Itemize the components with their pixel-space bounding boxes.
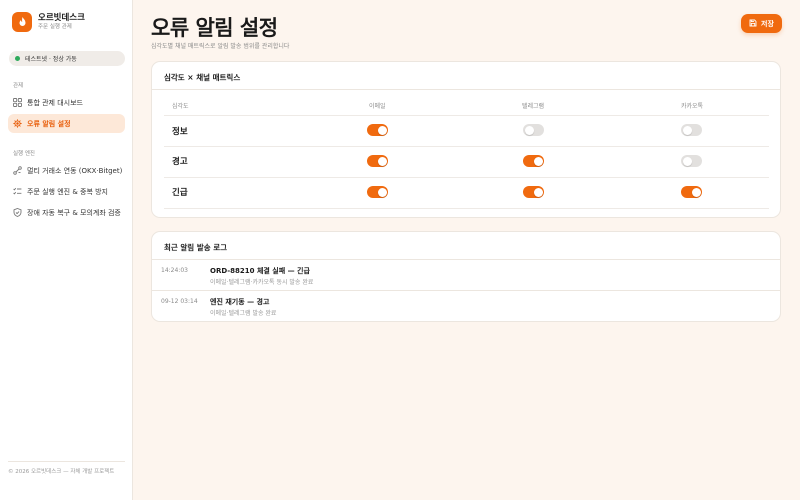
log-entry-desc: 이메일·텔레그램 발송 완료 [210,310,277,317]
nav-section-monitoring: 관제 [13,83,24,89]
sidebar-item-multi-exchange[interactable]: 멀티 거래소 연동 (OKX·Bitget) [8,161,125,180]
environment-status: 테스트넷 · 정상 가동 [9,51,125,66]
column-header-email: 이메일 [369,103,386,110]
sidebar-item-label: 오류 알림 설정 [27,119,71,128]
severity-label-warning: 경고 [172,157,188,167]
divider [164,177,769,178]
sidebar-item-alert-settings[interactable]: 오류 알림 설정 [8,114,125,133]
environment-label: 테스트넷 · 정상 가동 [25,56,77,63]
brand-subtitle: 주문 실행 관제 [38,24,72,30]
save-label: 저장 [761,19,774,28]
toggle-info-kakaotalk[interactable] [681,124,702,136]
matrix-card: 심각도 × 채널 매트릭스 심각도 이메일 텔레그램 카카오톡 정보 경고 긴급 [151,61,781,218]
shield-check-icon [13,208,22,217]
brand[interactable]: 오르빗데스크 주문 실행 관제 [12,12,85,32]
column-header-kakaotalk: 카카오톡 [681,103,704,110]
column-header-severity: 심각도 [172,103,189,110]
toggle-critical-email[interactable] [367,186,388,198]
sidebar: 오르빗데스크 주문 실행 관제 테스트넷 · 정상 가동 관제 통합 관제 대시… [0,0,133,500]
sidebar-item-label: 통합 관제 대시보드 [27,98,83,107]
divider [152,259,780,260]
save-icon [749,19,757,29]
toggle-info-telegram[interactable] [523,124,544,136]
sidebar-footer: © 2026 오르빗데스크 — 자체 개발 프로젝트 [8,461,125,476]
log-time: 14:24:03 [161,267,188,274]
severity-label-critical: 긴급 [172,188,188,198]
divider [164,208,769,209]
toggle-warning-telegram[interactable] [523,155,544,167]
sidebar-item-label: 장애 자동 복구 & 모의계좌 검증 [27,208,121,217]
log-card: 최근 알림 발송 로그 14:24:03 ORD-88210 체결 실패 — 긴… [151,231,781,322]
checklist-icon [13,187,22,196]
sidebar-item-auto-recovery[interactable]: 장애 자동 복구 & 모의계좌 검증 [8,203,125,222]
flame-logo-icon [12,12,32,32]
brand-name: 오르빗데스크 [38,13,85,23]
alert-gear-icon [13,119,22,128]
page-subtitle: 심각도별 채널 매트릭스로 알림 발송 범위를 관리합니다 [151,43,290,50]
log-entry-title: ORD-88210 체결 실패 — 긴급 [210,267,310,275]
divider [152,290,780,291]
log-time: 09-12 03:14 [161,298,198,305]
log-title: 최근 알림 발송 로그 [164,243,228,252]
divider [152,89,780,90]
severity-label-info: 정보 [172,127,188,137]
sidebar-item-label: 멀티 거래소 연동 (OKX·Bitget) [27,166,123,175]
log-entry-desc: 이메일·텔레그램·카카오톡 동시 발송 완료 [210,279,314,286]
toggle-warning-email[interactable] [367,155,388,167]
toggle-info-email[interactable] [367,124,388,136]
sidebar-item-order-engine[interactable]: 주문 실행 엔진 & 중복 방지 [8,182,125,201]
grid-icon [13,98,22,107]
matrix-title: 심각도 × 채널 매트릭스 [164,73,241,82]
sidebar-item-label: 주문 실행 엔진 & 중복 방지 [27,187,108,196]
toggle-critical-kakaotalk[interactable] [681,186,702,198]
save-button[interactable]: 저장 [741,14,782,33]
column-header-telegram: 텔레그램 [522,103,545,110]
sidebar-item-dashboard[interactable]: 통합 관제 대시보드 [8,93,125,112]
nav-section-engine: 실행 엔진 [13,151,35,157]
toggle-warning-kakaotalk[interactable] [681,155,702,167]
log-entry-title: 엔진 재기동 — 경고 [210,298,270,306]
page-title: 오류 알림 설정 [151,16,278,40]
divider [164,115,769,116]
link-nodes-icon [13,166,22,175]
toggle-critical-telegram[interactable] [523,186,544,198]
status-dot-icon [15,56,20,61]
divider [164,146,769,147]
